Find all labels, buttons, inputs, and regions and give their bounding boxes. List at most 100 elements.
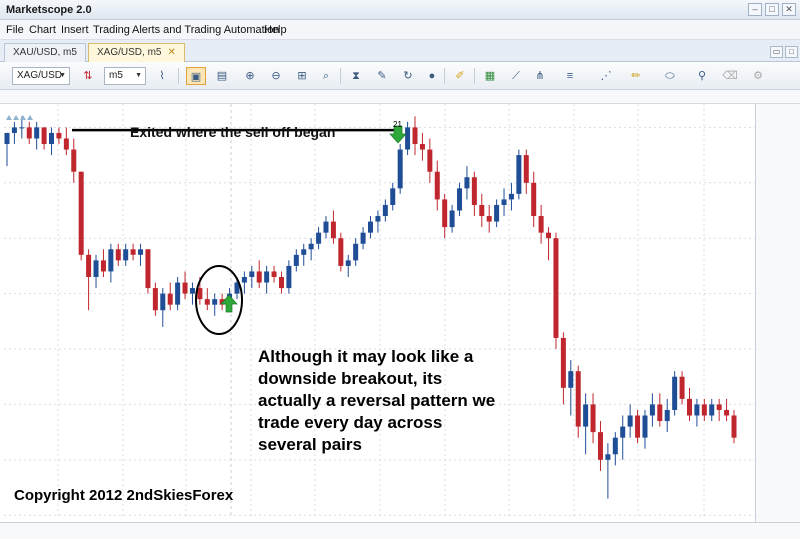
reversal-circle	[195, 265, 243, 335]
title-bar: Marketscope 2.0 – □ ✕	[0, 0, 800, 20]
menu-insert[interactable]: Insert	[61, 24, 89, 36]
candle-body	[56, 132, 62, 139]
candle-body	[301, 249, 307, 255]
candle-body	[523, 155, 529, 183]
gann-icon[interactable]: ⚲	[692, 67, 712, 85]
candle-body	[293, 254, 299, 266]
chart-type-icon[interactable]: ⇅	[78, 67, 98, 85]
candle-body	[657, 404, 663, 422]
pen-icon[interactable]: ✏	[626, 67, 646, 85]
close-icon[interactable]: ✕	[782, 3, 796, 16]
tab-label: XAU/USD, m5	[13, 47, 77, 58]
magnifier-icon[interactable]: ⌕	[316, 67, 336, 85]
refresh-icon[interactable]: ↻	[398, 67, 418, 85]
candle-body	[130, 249, 136, 255]
picture-icon[interactable]: ▦	[480, 67, 500, 85]
candle-body	[175, 282, 181, 305]
candle-body	[4, 132, 10, 145]
menu-help[interactable]: Help	[264, 24, 287, 36]
zoom-fit-icon[interactable]: ⊞	[292, 67, 312, 85]
signal-icon[interactable]: ✎	[372, 67, 392, 85]
time-axis-bottom[interactable]	[0, 522, 800, 539]
trend-tool-icon[interactable]: ⟋	[506, 67, 526, 85]
pitchfork-icon[interactable]: ⋔	[530, 67, 550, 85]
menu-trading[interactable]: Trading	[93, 24, 130, 36]
candle-body	[249, 271, 255, 277]
candle-body	[256, 271, 262, 283]
document-tabs: XAU/USD, m5 XAG/USD, m5 ✕	[0, 40, 800, 62]
candle-body	[471, 177, 477, 205]
ellipse-tool-icon[interactable]: ⬭	[660, 67, 680, 85]
candle-body	[494, 204, 500, 222]
candle-body	[486, 216, 492, 222]
candle-body	[345, 260, 351, 266]
restore-icon[interactable]: ▭	[770, 46, 783, 58]
candle-body	[620, 426, 626, 438]
reversal-annotation: Although it may look like a downside bre…	[258, 347, 496, 454]
maximize-icon[interactable]: □	[765, 3, 779, 16]
candle-body	[145, 249, 151, 289]
signal-count: 21	[393, 120, 402, 129]
candle-body	[41, 127, 47, 145]
ruler-icon[interactable]: ✐	[450, 67, 470, 85]
symbol-select[interactable]: XAG/USD ▼	[12, 67, 70, 85]
menu-file[interactable]: File	[6, 24, 24, 36]
crosshair-icon[interactable]: ▣	[186, 67, 206, 85]
close-icon[interactable]: ✕	[167, 47, 175, 58]
candle-body	[11, 127, 17, 133]
candle-body	[449, 210, 455, 228]
candle-body	[78, 171, 84, 255]
candle-body	[442, 199, 448, 228]
candle-body	[538, 216, 544, 233]
menu-chart[interactable]: Chart	[29, 24, 56, 36]
tab-xag-usd[interactable]: XAG/USD, m5 ✕	[88, 43, 185, 62]
buy-signal-arrow-icon	[220, 294, 238, 313]
horizontal-line-icon[interactable]: ≡	[560, 67, 580, 85]
zoom-out-icon[interactable]: ⊖	[266, 67, 286, 85]
candle-body	[152, 288, 158, 311]
globe-icon[interactable]: ●	[422, 67, 442, 85]
candle-body	[412, 127, 418, 145]
candle-body	[457, 188, 463, 211]
dropdown-arrow-icon: ▼	[59, 72, 66, 79]
candle-body	[434, 171, 440, 200]
candle-body	[197, 288, 203, 300]
time-axis-top	[0, 90, 800, 104]
candle-body	[123, 249, 129, 261]
candle-body	[635, 415, 641, 438]
candle-body	[553, 238, 559, 338]
copyright-text: Copyright 2012 2ndSkiesForex	[14, 487, 234, 504]
candle-body	[338, 238, 344, 266]
candle-body	[212, 299, 218, 305]
candle-body	[316, 232, 322, 244]
candle-body	[390, 188, 396, 205]
candle-body	[86, 254, 92, 277]
chart-settings-icon[interactable]: ⚙	[748, 67, 768, 85]
candle-body	[701, 404, 707, 416]
timeframe-select[interactable]: m5 ▼	[104, 67, 146, 85]
candle-body	[204, 299, 210, 305]
data-window-icon[interactable]: ▤	[212, 67, 232, 85]
tab-xau-usd[interactable]: XAU/USD, m5	[4, 43, 86, 62]
candle-body	[397, 149, 403, 189]
indicator-icon[interactable]: ⧗	[346, 67, 366, 85]
minimize-icon[interactable]: –	[748, 3, 762, 16]
eraser-icon[interactable]: ⌫	[720, 67, 740, 85]
candle-body	[731, 415, 737, 438]
tab-label: XAG/USD, m5	[97, 47, 162, 58]
candle-body	[26, 127, 32, 139]
price-axis[interactable]	[755, 104, 800, 522]
fibonacci-icon[interactable]: ⋰	[596, 67, 616, 85]
candle-body	[271, 271, 277, 277]
candle-body	[612, 437, 618, 455]
candle-body	[49, 132, 55, 145]
candle-body	[115, 249, 121, 261]
menu-alerts[interactable]: Alerts and Trading Automation	[132, 24, 279, 36]
candle-body	[508, 193, 514, 200]
line-chart-icon[interactable]: ⌇	[152, 67, 172, 85]
marker-icon	[27, 115, 33, 120]
candle-body	[93, 260, 99, 277]
maximize-icon[interactable]: □	[785, 46, 798, 58]
zoom-in-icon[interactable]: ⊕	[240, 67, 260, 85]
candle-body	[286, 265, 292, 289]
